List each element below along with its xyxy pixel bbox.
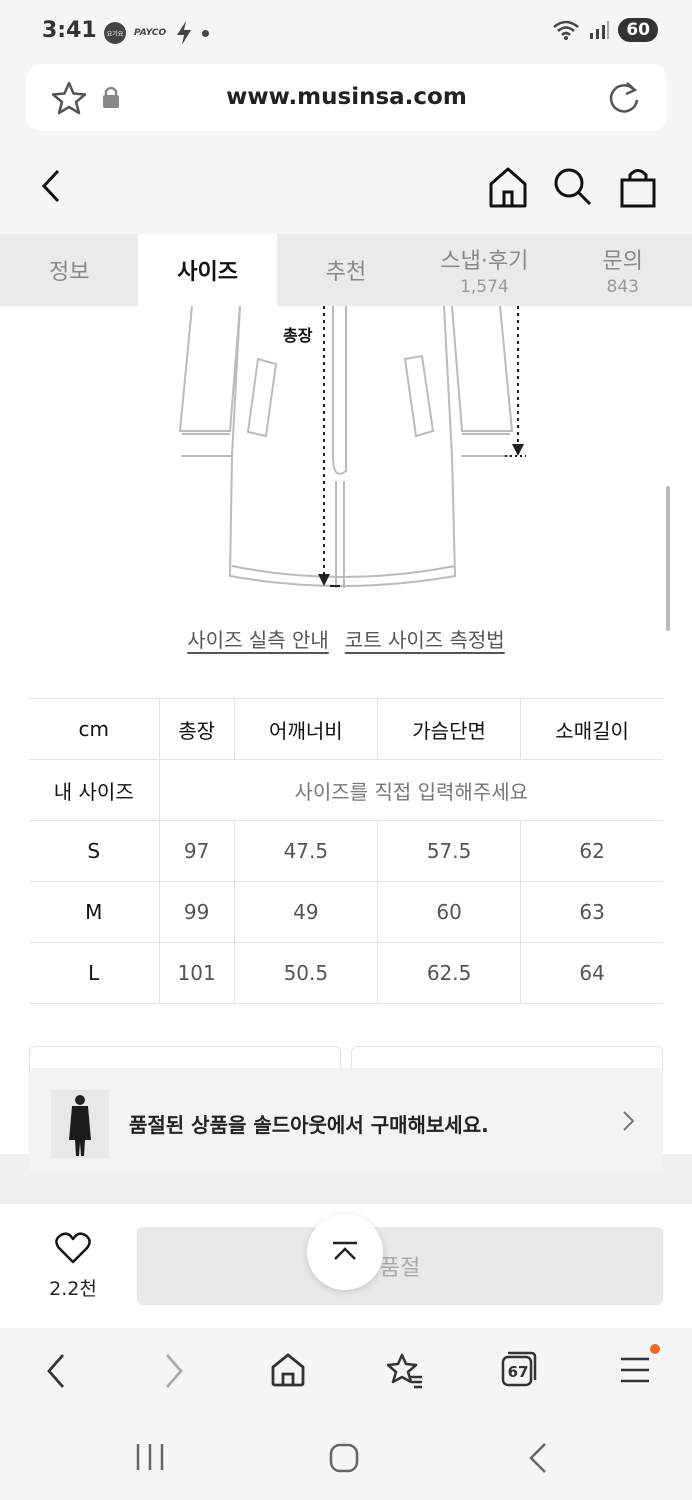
inquiry-count: 843	[606, 277, 639, 297]
app-header	[0, 138, 692, 234]
soldout-banner[interactable]: 품절된 상품을 솔드아웃에서 구매해보세요.	[29, 1068, 663, 1172]
scrollbar[interactable]	[666, 486, 670, 631]
like-count: 2.2천	[49, 1278, 97, 1300]
tab-snap-review[interactable]: 스냅·후기 1,574	[415, 234, 553, 306]
menu-icon[interactable]	[619, 1356, 651, 1384]
product-tabs: 정보 사이즈 추천 스냅·후기 1,574 문의 843	[0, 234, 692, 306]
table-header-row: cm 총장 어깨너비 가슴단면 소매길이	[29, 698, 663, 760]
table-cell: 50.5	[233, 942, 378, 1004]
table-cell: 62.5	[376, 942, 521, 1004]
battery-indicator: 60	[618, 18, 658, 42]
heart-icon	[55, 1232, 91, 1264]
browser-home-icon[interactable]	[270, 1352, 306, 1388]
table-cell: 47.5	[233, 820, 378, 882]
shopping-bag-icon[interactable]	[618, 166, 658, 208]
tab-size[interactable]: 사이즈	[138, 234, 277, 306]
status-bar: 3:41 요기요 PAYCO 60	[0, 0, 692, 62]
table-cell: 49	[233, 881, 378, 943]
table-row: M 99 49 60 63	[29, 881, 663, 943]
table-row: L 101 50.5 62.5 64	[29, 942, 663, 1004]
soldout-label: 품절	[379, 1256, 421, 1281]
table-header-cell: 어깨너비	[233, 698, 378, 760]
system-back-icon[interactable]	[526, 1442, 550, 1474]
address-bar[interactable]: www.musinsa.com	[26, 64, 667, 131]
my-size-input[interactable]: 사이즈를 직접 입력해주세요	[158, 759, 663, 821]
table-cell: 97	[158, 820, 235, 882]
wifi-icon	[553, 20, 580, 40]
flash-icon	[177, 21, 192, 45]
table-cell: 57.5	[376, 820, 521, 882]
status-right: 60	[552, 18, 658, 42]
my-size-label: 내 사이즈	[29, 759, 159, 821]
url-text[interactable]: www.musinsa.com	[26, 84, 667, 110]
size-label: S	[29, 820, 159, 882]
size-content: 총장 사이즈 실측 안내 코트 사이즈 측정법 cm 총장 어깨너비 가슴단면 …	[0, 306, 692, 1206]
size-table: cm 총장 어깨너비 가슴단면 소매길이 내 사이즈 사이즈를 직접 입력해주세…	[29, 698, 663, 1004]
product-thumbnail	[51, 1090, 109, 1158]
bookmarks-icon[interactable]	[384, 1352, 424, 1390]
table-cell: 99	[158, 881, 235, 943]
browser-back-icon[interactable]	[44, 1352, 68, 1390]
like-button[interactable]: 2.2천	[44, 1232, 102, 1301]
size-label: L	[29, 942, 159, 1004]
coat-measure-link[interactable]: 코트 사이즈 측정법	[345, 624, 505, 653]
search-icon[interactable]	[553, 166, 593, 208]
table-header-cell: cm	[29, 698, 159, 760]
size-guide-link[interactable]: 사이즈 실측 안내	[187, 624, 329, 653]
chevron-right-icon	[623, 1111, 635, 1131]
table-row: S 97 47.5 57.5 62	[29, 820, 663, 882]
table-header-cell: 총장	[158, 698, 235, 760]
table-cell: 101	[158, 942, 235, 1004]
status-notifications: 요기요 PAYCO	[104, 20, 210, 46]
signal-icon	[590, 21, 610, 39]
purchase-bar: 2.2천 품절	[0, 1203, 692, 1328]
table-cell: 64	[520, 942, 663, 1004]
tabs-count: 67	[507, 1363, 529, 1381]
recent-apps-icon[interactable]	[134, 1442, 166, 1472]
tab-recommend[interactable]: 추천	[277, 234, 415, 306]
app-badge-icon: 요기요	[104, 22, 126, 44]
table-cell: 62	[520, 820, 663, 882]
my-size-row: 내 사이즈 사이즈를 직접 입력해주세요	[29, 759, 663, 821]
reload-icon[interactable]	[607, 80, 641, 116]
browser-toolbar: 67	[0, 1328, 692, 1414]
home-icon[interactable]	[488, 166, 528, 208]
banner-text: 품절된 상품을 솔드아웃에서 구매해보세요.	[129, 1113, 489, 1137]
scroll-to-top-icon	[333, 1241, 357, 1260]
notification-dot	[650, 1344, 660, 1354]
system-home-icon[interactable]	[328, 1442, 360, 1474]
soldout-button[interactable]: 품절	[137, 1227, 663, 1305]
table-header-cell: 소매길이	[520, 698, 663, 760]
notification-dot-icon	[202, 29, 210, 37]
system-nav	[0, 1414, 692, 1500]
table-cell: 63	[520, 881, 663, 943]
review-count: 1,574	[460, 277, 509, 297]
size-links: 사이즈 실측 안내 코트 사이즈 측정법	[0, 624, 692, 653]
table-cell: 60	[376, 881, 521, 943]
status-time: 3:41	[42, 18, 97, 43]
payco-icon: PAYCO	[134, 28, 167, 38]
tabs-button[interactable]: 67	[500, 1350, 538, 1388]
length-label: 총장	[283, 326, 313, 345]
table-header-cell: 가슴단면	[376, 698, 521, 760]
size-label: M	[29, 881, 159, 943]
back-arrow-icon[interactable]	[38, 166, 64, 206]
coat-size-diagram	[178, 306, 526, 588]
tab-inquiry[interactable]: 문의 843	[554, 234, 692, 306]
browser-forward-icon[interactable]	[162, 1352, 186, 1390]
tab-info[interactable]: 정보	[0, 234, 138, 306]
scroll-top-button[interactable]	[307, 1214, 383, 1290]
